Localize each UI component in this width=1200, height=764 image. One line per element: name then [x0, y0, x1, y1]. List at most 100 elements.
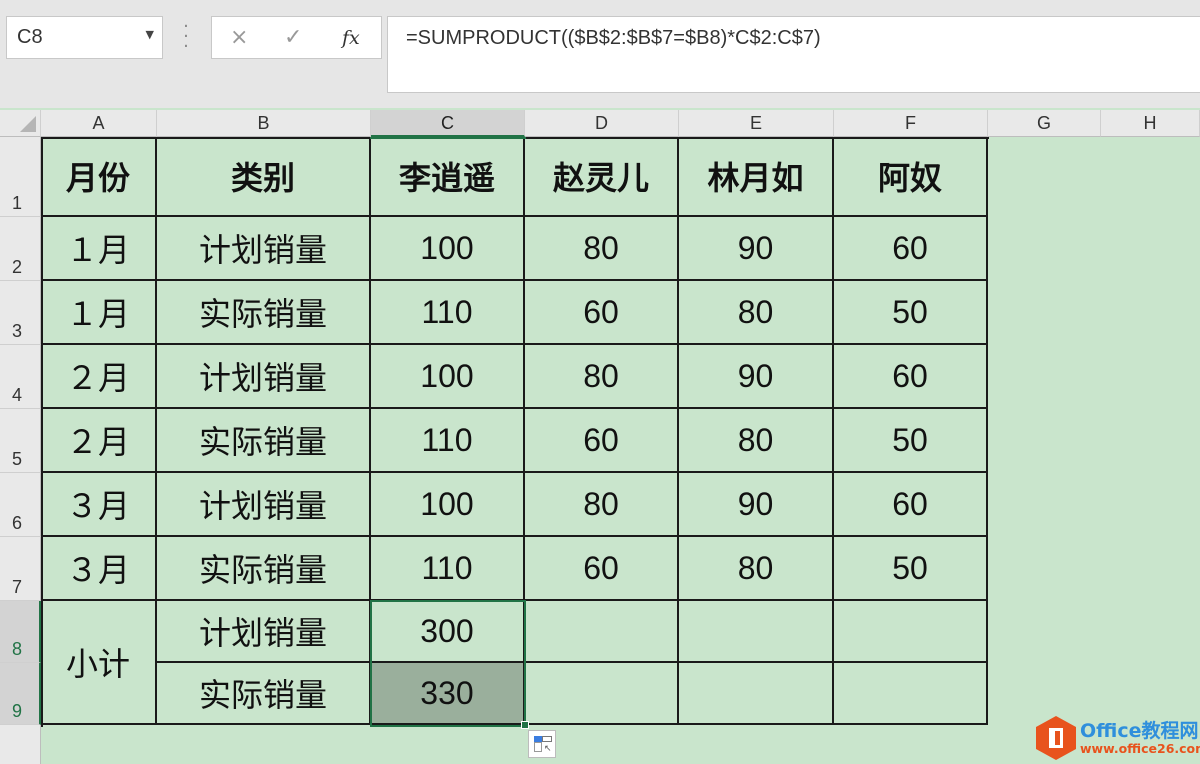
cell-c7[interactable]: 110 [371, 537, 525, 601]
cell-b5[interactable]: 实际销量 [157, 409, 371, 473]
chevron-down-icon[interactable]: ▼ [146, 28, 154, 41]
row-header-1[interactable]: 1 [0, 137, 41, 217]
row-number: 4 [12, 385, 23, 405]
cell-f5[interactable]: 50 [834, 409, 988, 473]
cursor-icon: ↖ [544, 744, 552, 754]
cell-c9[interactable]: 330 [371, 663, 525, 725]
row-header-empty [0, 725, 41, 764]
cell-d4[interactable]: 80 [525, 345, 679, 409]
column-header-g[interactable]: G [988, 110, 1101, 137]
cell-f9[interactable] [834, 663, 988, 725]
cell-d1[interactable]: 赵灵儿 [525, 137, 679, 217]
cell-e9[interactable] [679, 663, 834, 725]
row-number: 2 [12, 257, 23, 277]
formula-input[interactable]: =SUMPRODUCT(($B$2:$B$7=$B8)*C$2:C$7) [387, 16, 1200, 93]
row-header-3[interactable]: 3 [0, 281, 41, 345]
row-header-9[interactable]: 9 [0, 663, 41, 725]
cell-c8[interactable]: 300 [371, 601, 525, 663]
watermark-title: Office教程网 [1080, 720, 1199, 742]
cell-b4[interactable]: 计划销量 [157, 345, 371, 409]
column-header-e[interactable]: E [679, 110, 834, 137]
cell-f6[interactable]: 60 [834, 473, 988, 537]
cell-b3[interactable]: 实际销量 [157, 281, 371, 345]
cell-b8[interactable]: 计划销量 [157, 601, 371, 663]
select-all-button[interactable] [0, 110, 41, 137]
cell-f1[interactable]: 阿奴 [834, 137, 988, 217]
name-box[interactable]: C8 ▼ [6, 16, 163, 59]
cell-e6[interactable]: 90 [679, 473, 834, 537]
cell-c2[interactable]: 100 [371, 217, 525, 281]
enter-check-icon[interactable]: ✓ [284, 25, 302, 50]
column-header-f[interactable]: F [834, 110, 988, 137]
row-number: 8 [12, 639, 23, 659]
cell-a8[interactable]: 小计 [41, 601, 157, 725]
column-header-c[interactable]: C [371, 110, 525, 137]
cell-d9[interactable] [525, 663, 679, 725]
row-header-6[interactable]: 6 [0, 473, 41, 537]
cell-a5[interactable]: ２月 [41, 409, 157, 473]
cell-d8[interactable] [525, 601, 679, 663]
cell-c5[interactable]: 110 [371, 409, 525, 473]
cell-e7[interactable]: 80 [679, 537, 834, 601]
watermark-url: www.office26.com [1080, 741, 1200, 756]
cell-d6[interactable]: 80 [525, 473, 679, 537]
row-header-8[interactable]: 8 [0, 601, 41, 663]
cell-a7[interactable]: ３月 [41, 537, 157, 601]
cell-d7[interactable]: 60 [525, 537, 679, 601]
formula-buttons: × ✓ fx [211, 16, 382, 59]
cell-f7[interactable]: 50 [834, 537, 988, 601]
cell-e8[interactable] [679, 601, 834, 663]
cell-b6[interactable]: 计划销量 [157, 473, 371, 537]
cell-a4[interactable]: ２月 [41, 345, 157, 409]
column-header-b[interactable]: B [157, 110, 371, 137]
row-header-2[interactable]: 2 [0, 217, 41, 281]
cell-e5[interactable]: 80 [679, 409, 834, 473]
cell-a1[interactable]: 月份 [41, 137, 157, 217]
cell-f2[interactable]: 60 [834, 217, 988, 281]
row-header-5[interactable]: 5 [0, 409, 41, 473]
column-header-h[interactable]: H [1101, 110, 1200, 137]
more-options-icon[interactable]: · · · [182, 18, 190, 56]
cell-e4[interactable]: 90 [679, 345, 834, 409]
column-header-d[interactable]: D [525, 110, 679, 137]
insert-function-icon[interactable]: fx [342, 27, 360, 49]
quick-analysis-button[interactable]: ↖ [528, 730, 556, 758]
name-box-value: C8 [17, 26, 43, 48]
cell-d3[interactable]: 60 [525, 281, 679, 345]
row-number: 3 [12, 321, 23, 341]
cell-b1[interactable]: 类别 [157, 137, 371, 217]
formula-text: =SUMPRODUCT(($B$2:$B$7=$B8)*C$2:C$7) [406, 27, 821, 49]
cell-c1[interactable]: 李逍遥 [371, 137, 525, 217]
cell-f8[interactable] [834, 601, 988, 663]
row-header-7[interactable]: 7 [0, 537, 41, 601]
fill-handle[interactable] [521, 721, 529, 729]
row-number: 7 [12, 577, 23, 597]
cell-b2[interactable]: 计划销量 [157, 217, 371, 281]
cell-c6[interactable]: 100 [371, 473, 525, 537]
cell-e1[interactable]: 林月如 [679, 137, 834, 217]
row-number: 9 [12, 701, 23, 721]
cell-a2[interactable]: １月 [41, 217, 157, 281]
cell-d2[interactable]: 80 [525, 217, 679, 281]
column-c-highlight [370, 137, 526, 139]
cell-b9[interactable]: 实际销量 [157, 663, 371, 725]
row-number: 5 [12, 449, 23, 469]
office-logo-icon [1036, 716, 1076, 760]
spreadsheet-app: C8 ▼ · · · × ✓ fx =SUMPRODUCT(($B$2:$B$7=$… [0, 0, 1200, 764]
cell-a6[interactable]: ３月 [41, 473, 157, 537]
select-all-triangle-icon [20, 116, 36, 132]
column-header-a[interactable]: A [41, 110, 157, 137]
cell-e2[interactable]: 90 [679, 217, 834, 281]
row-number: 1 [12, 193, 23, 213]
cell-d5[interactable]: 60 [525, 409, 679, 473]
cell-f4[interactable]: 60 [834, 345, 988, 409]
cell-f3[interactable]: 50 [834, 281, 988, 345]
row-header-4[interactable]: 4 [0, 345, 41, 409]
cancel-icon[interactable]: × [230, 25, 248, 50]
cell-e3[interactable]: 80 [679, 281, 834, 345]
table-border-left [41, 137, 43, 727]
cell-c3[interactable]: 110 [371, 281, 525, 345]
cell-b7[interactable]: 实际销量 [157, 537, 371, 601]
cell-c4[interactable]: 100 [371, 345, 525, 409]
cell-a3[interactable]: １月 [41, 281, 157, 345]
